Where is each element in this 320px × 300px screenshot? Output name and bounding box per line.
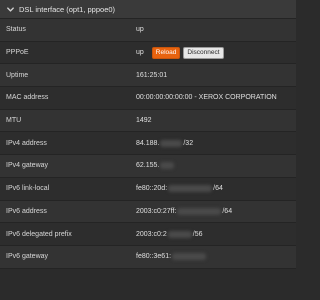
ipv4-address-value: 84.188. /32 xyxy=(136,139,194,147)
ipv4-address-prefix: 84.188. xyxy=(136,139,160,147)
ipv6-delegated-prefix-row: IPv6 delegated prefix 2003:c0:2 /56 xyxy=(0,223,296,246)
redacted-blur xyxy=(168,185,213,193)
panel-title: DSL interface (opt1, pppoe0) xyxy=(19,4,116,14)
ipv6-link-local-row: IPv6 link-local fe80::20d: /64 xyxy=(0,177,296,201)
mtu-row: MTU 1492 xyxy=(0,109,296,133)
ipv6-address-suffix: /64 xyxy=(222,207,233,215)
uptime-row: Uptime 161:25:01 xyxy=(0,64,296,88)
ipv6-delegated-prefix-prefix: 2003:c0:2 xyxy=(136,230,167,238)
redacted-blur xyxy=(167,230,192,238)
uptime-value: 161:25:01 xyxy=(136,71,168,79)
ipv6-gateway-label: IPv6 gateway xyxy=(6,253,49,261)
pppoe-value-group: up Reload Disconnect xyxy=(136,46,224,59)
ipv6-link-local-label: IPv6 link-local xyxy=(6,185,50,193)
ipv6-delegated-prefix-suffix: /56 xyxy=(192,230,203,238)
ipv6-link-local-suffix: /64 xyxy=(213,185,223,193)
mtu-value: 1492 xyxy=(136,117,152,125)
mac-address-row: MAC address 00:00:00:00:00:00 - XEROX CO… xyxy=(0,87,296,110)
ipv6-address-label: IPv6 address xyxy=(6,207,47,215)
mac-address-value: 00:00:00:00:00:00 - XEROX CORPORATION xyxy=(136,94,277,102)
status-label: Status xyxy=(6,26,26,34)
ipv4-gateway-prefix: 62.155. xyxy=(136,162,160,170)
panel-header[interactable]: DSL interface (opt1, pppoe0) xyxy=(0,0,296,19)
ipv4-address-suffix: /32 xyxy=(183,139,194,147)
ipv4-gateway-row: IPv4 gateway 62.155. xyxy=(0,155,296,178)
disconnect-button[interactable]: Disconnect xyxy=(183,46,224,59)
dsl-interface-panel: DSL interface (opt1, pppoe0) Status up P… xyxy=(0,0,296,300)
ipv4-gateway-label: IPv4 gateway xyxy=(6,162,49,170)
ipv4-address-row: IPv4 address 84.188. /32 xyxy=(0,132,296,156)
mtu-label: MTU xyxy=(6,117,22,125)
redacted-blur xyxy=(177,207,222,215)
pppoe-row: PPPoE up Reload Disconnect xyxy=(0,41,296,65)
redacted-blur xyxy=(172,253,207,261)
uptime-label: Uptime xyxy=(6,71,29,79)
ipv6-address-row: IPv6 address 2003:c0:27ff: /64 xyxy=(0,200,296,224)
ipv4-address-label: IPv4 address xyxy=(6,139,47,147)
ipv6-delegated-prefix-value: 2003:c0:2 /56 xyxy=(136,230,203,238)
ipv6-address-value: 2003:c0:27ff: /64 xyxy=(136,207,233,215)
status-value: up xyxy=(136,26,144,34)
ipv6-address-prefix: 2003:c0:27ff: xyxy=(136,207,177,215)
ipv6-delegated-prefix-label: IPv6 delegated prefix xyxy=(6,230,72,238)
ipv6-gateway-value: fe80::3e61: xyxy=(136,253,207,261)
ipv6-gateway-row: IPv6 gateway fe80::3e61: xyxy=(0,245,296,269)
pppoe-value: up xyxy=(136,49,144,57)
ipv6-link-local-prefix: fe80::20d: xyxy=(136,185,168,193)
status-row: Status up xyxy=(0,19,296,42)
mac-address-label: MAC address xyxy=(6,94,49,102)
reload-button[interactable]: Reload xyxy=(151,46,181,59)
redacted-blur xyxy=(160,139,183,147)
ipv6-gateway-prefix: fe80::3e61: xyxy=(136,253,172,261)
ipv4-gateway-value: 62.155. xyxy=(136,162,175,170)
redacted-blur xyxy=(160,162,175,170)
chevron-down-icon[interactable] xyxy=(6,5,15,14)
pppoe-label: PPPoE xyxy=(6,49,29,57)
ipv6-link-local-value: fe80::20d: /64 xyxy=(136,185,223,193)
